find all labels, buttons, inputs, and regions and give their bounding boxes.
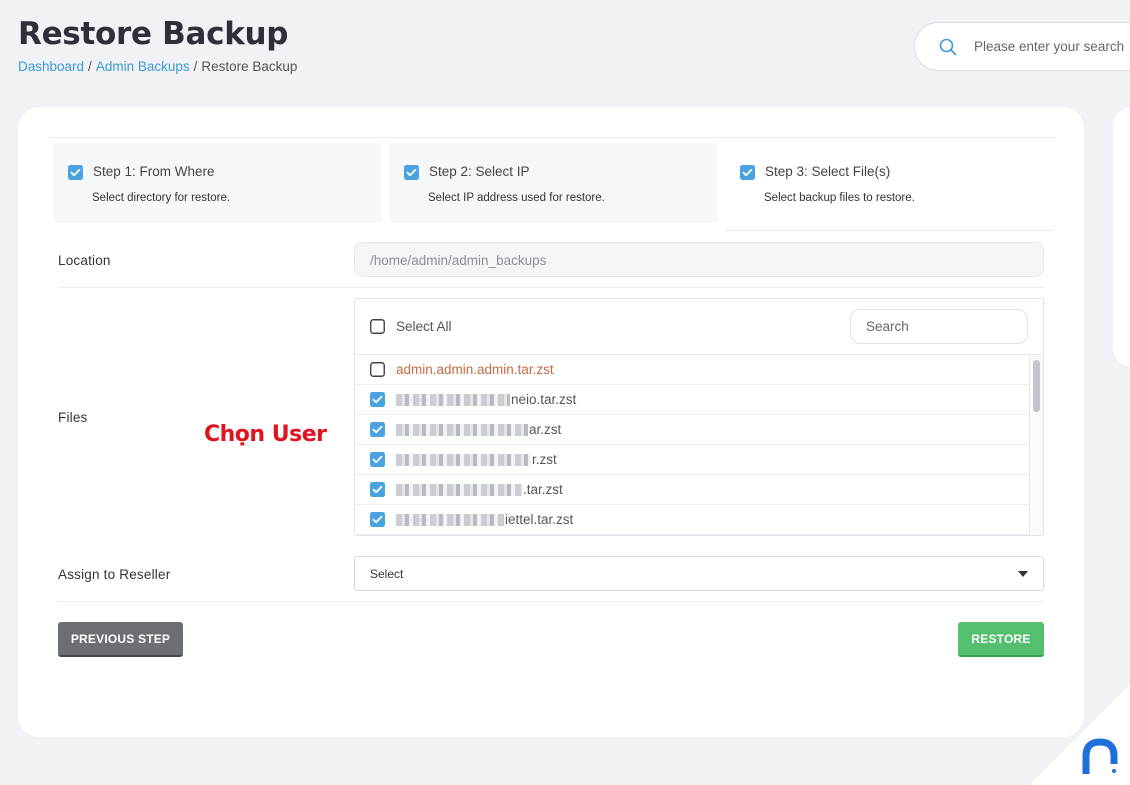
step-description: Select IP address used for restore. — [428, 192, 605, 204]
redacted-text — [396, 393, 510, 406]
step-title: Step 2: Select IP — [429, 164, 530, 179]
files-label: Files — [58, 410, 88, 425]
global-search[interactable] — [914, 22, 1130, 71]
previous-step-button[interactable]: PREVIOUS STEP — [58, 622, 183, 657]
breadcrumb-separator: / — [88, 59, 92, 74]
checkbox-checked-icon[interactable] — [370, 422, 385, 437]
checkbox-checked-icon[interactable] — [370, 512, 385, 527]
search-icon — [939, 38, 957, 55]
reseller-select[interactable]: Select — [354, 556, 1044, 591]
redacted-text — [396, 423, 528, 436]
step-3[interactable]: Step 3: Select File(s) Select backup fil… — [725, 143, 1053, 231]
divider — [58, 287, 1044, 288]
files-scrollbar[interactable] — [1029, 356, 1043, 535]
checkbox-empty-icon[interactable] — [370, 362, 385, 377]
step-description: Select backup files to restore. — [764, 192, 915, 204]
checkbox-checked-icon[interactable] — [370, 452, 385, 467]
reseller-label: Assign to Reseller — [58, 567, 171, 582]
files-search-input[interactable] — [850, 309, 1028, 344]
checkbox-checked-icon — [68, 165, 83, 180]
step-1[interactable]: Step 1: From Where Select directory for … — [53, 143, 381, 223]
location-label: Location — [58, 253, 111, 268]
breadcrumb-dashboard[interactable]: Dashboard — [18, 59, 84, 74]
file-row[interactable]: iettel.tar.zst — [355, 505, 1029, 535]
checkbox-checked-icon[interactable] — [370, 392, 385, 407]
page-title: Restore Backup — [18, 16, 289, 52]
file-name-text: neio.tar.zst — [511, 392, 577, 407]
redacted-text — [396, 453, 531, 466]
select-all-checkbox[interactable]: Select All — [370, 319, 452, 334]
file-row[interactable]: ar.zst — [355, 415, 1029, 445]
annotation-text: Chọn User — [204, 422, 327, 447]
file-row[interactable]: admin.admin.admin.tar.zst — [355, 355, 1029, 385]
file-row[interactable]: r.zst — [355, 445, 1029, 475]
file-name-text: .tar.zst — [523, 482, 563, 497]
step-2[interactable]: Step 2: Select IP Select IP address used… — [389, 143, 717, 223]
file-name-text: iettel.tar.zst — [505, 512, 574, 527]
files-list: Select All admin.admin.admin.tar.zst neio… — [354, 298, 1044, 536]
file-row[interactable]: neio.tar.zst — [355, 385, 1029, 415]
file-rows: admin.admin.admin.tar.zst neio.tar.zst ar.… — [355, 355, 1043, 535]
file-name: neio.tar.zst — [396, 392, 576, 407]
breadcrumb-current: Restore Backup — [201, 59, 298, 74]
file-name: ar.zst — [396, 422, 561, 437]
file-name-text: admin.admin.admin.tar.zst — [396, 362, 554, 377]
step-title: Step 1: From Where — [93, 164, 215, 179]
scrollbar-thumb[interactable] — [1033, 360, 1040, 412]
step-wizard: Step 1: From Where Select directory for … — [48, 137, 1056, 231]
checkbox-checked-icon — [404, 165, 419, 180]
brand-logo-icon — [1082, 738, 1118, 774]
file-name-text: r.zst — [532, 452, 557, 467]
file-name-text: ar.zst — [529, 422, 562, 437]
checkbox-empty-icon[interactable] — [370, 319, 385, 334]
breadcrumb-admin-backups[interactable]: Admin Backups — [96, 59, 190, 74]
divider — [58, 601, 1044, 602]
file-row[interactable]: .tar.zst — [355, 475, 1029, 505]
breadcrumb: Dashboard / Admin Backups / Restore Backup — [18, 59, 297, 74]
file-name: r.zst — [396, 452, 557, 467]
file-name: admin.admin.admin.tar.zst — [396, 362, 554, 377]
file-name: iettel.tar.zst — [396, 512, 573, 527]
caret-down-icon — [1018, 571, 1028, 577]
checkbox-checked-icon[interactable] — [370, 482, 385, 497]
breadcrumb-separator: / — [193, 59, 198, 74]
location-field: /home/admin/admin_backups — [354, 242, 1044, 277]
restore-button[interactable]: RESTORE — [958, 622, 1044, 657]
select-all-label: Select All — [396, 319, 452, 334]
redacted-text — [396, 513, 504, 526]
step-title: Step 3: Select File(s) — [765, 164, 891, 179]
files-header: Select All — [355, 299, 1043, 355]
side-panel — [1113, 107, 1130, 367]
reseller-select-value: Select — [370, 567, 404, 581]
redacted-text — [396, 483, 522, 496]
restore-card: Step 1: From Where Select directory for … — [18, 107, 1084, 737]
step-description: Select directory for restore. — [92, 192, 231, 204]
file-name: .tar.zst — [396, 482, 563, 497]
checkbox-checked-icon — [740, 165, 755, 180]
global-search-input[interactable] — [974, 39, 1130, 54]
